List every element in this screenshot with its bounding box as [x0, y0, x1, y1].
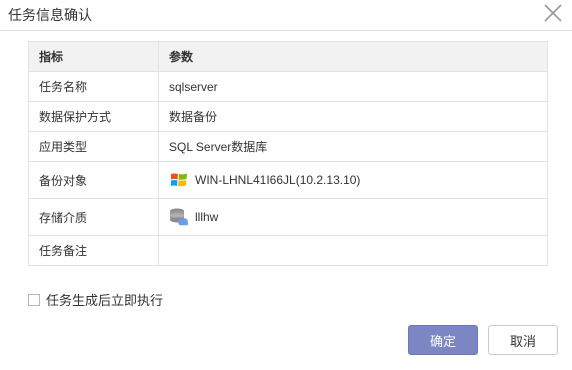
row-value-task-remark [158, 235, 548, 266]
row-value-backup-object: WIN-LHNL41I66JL(10.2.13.10) [195, 173, 361, 187]
close-icon[interactable] [542, 2, 564, 24]
execute-now-option[interactable]: 任务生成后立即执行 [28, 290, 163, 309]
execute-now-label: 任务生成后立即执行 [46, 293, 164, 308]
row-value-app-type: SQL Server数据库 [158, 131, 548, 162]
table-row: 数据保护方式 数据备份 [28, 101, 548, 132]
cloud-storage-icon [169, 207, 189, 227]
row-label-backup-object: 备份对象 [28, 161, 159, 199]
task-confirm-dialog: 任务信息确认 指标 参数 任务名称 sqlserver 数据保护方式 数据备份 [0, 0, 572, 370]
task-info-table: 指标 参数 任务名称 sqlserver 数据保护方式 数据备份 应用类型 SQ… [28, 41, 548, 266]
table-row: 任务备注 [28, 235, 548, 266]
table-row: 存储介质 lllhw [28, 198, 548, 236]
row-label-storage-medium: 存储介质 [28, 198, 159, 236]
table-row: 应用类型 SQL Server数据库 [28, 131, 548, 162]
execute-now-checkbox[interactable] [28, 293, 40, 306]
windows-logo-icon [169, 170, 189, 190]
row-label-app-type: 应用类型 [28, 131, 159, 162]
row-label-protection-mode: 数据保护方式 [28, 101, 159, 132]
dialog-title: 任务信息确认 [8, 7, 92, 23]
row-value-task-name: sqlserver [158, 71, 548, 102]
header-indicator: 指标 [28, 41, 159, 72]
dialog-title-bar: 任务信息确认 [0, 0, 572, 31]
header-parameter: 参数 [158, 41, 548, 72]
row-label-task-name: 任务名称 [28, 71, 159, 102]
row-value-backup-object-cell: WIN-LHNL41I66JL(10.2.13.10) [158, 161, 548, 199]
row-value-storage-medium: lllhw [195, 210, 219, 224]
cancel-button[interactable]: 取消 [488, 325, 558, 355]
row-label-task-remark: 任务备注 [28, 235, 159, 266]
table-row: 备份对象 WIN-LHNL41I66JL(10.2.13.10) [28, 161, 548, 199]
table-header-row: 指标 参数 [28, 41, 548, 72]
row-value-storage-medium-cell: lllhw [158, 198, 548, 236]
table-row: 任务名称 sqlserver [28, 71, 548, 102]
confirm-button[interactable]: 确定 [408, 325, 478, 355]
row-value-protection-mode: 数据备份 [158, 101, 548, 132]
